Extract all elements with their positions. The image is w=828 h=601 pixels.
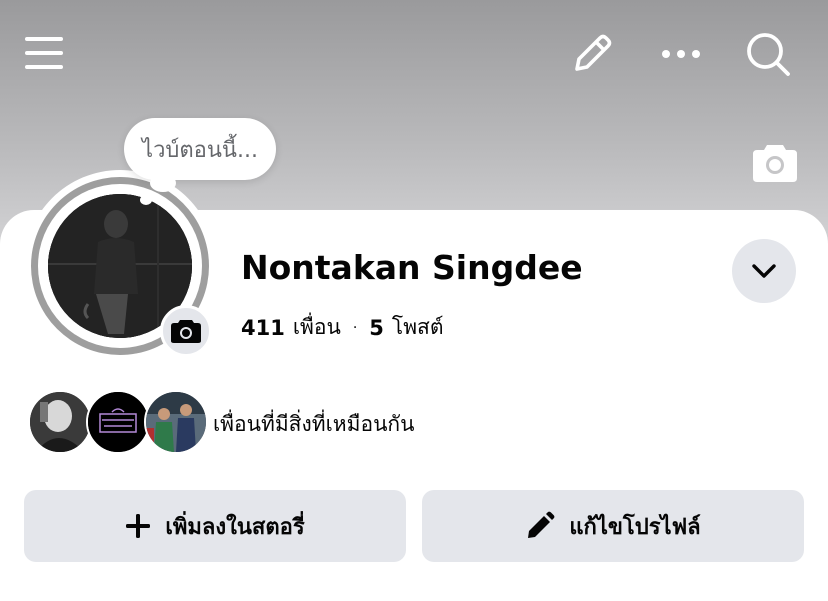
mutual-avatar [144, 390, 208, 454]
profile-stats: 411 เพื่อน · 5 โพสต์ [241, 311, 444, 344]
pencil-icon [528, 511, 555, 538]
posts-label[interactable]: โพสต์ [392, 311, 444, 344]
edit-button[interactable] [566, 30, 618, 78]
mutual-friends-text[interactable]: เพื่อนที่มีสิ่งที่เหมือนกัน [213, 408, 415, 441]
mutual-avatars[interactable] [28, 390, 208, 454]
stats-separator: · [352, 319, 358, 336]
more-options-button[interactable] [656, 30, 706, 78]
avatar-camera-button[interactable] [160, 305, 212, 357]
friends-count[interactable]: 411 [241, 316, 285, 340]
note-bubble-text: ไวบ์ตอนนี้... [142, 137, 258, 163]
add-to-story-button[interactable]: เพิ่มลงในสตอรี่ [24, 490, 406, 562]
search-icon [747, 33, 790, 76]
edit-profile-label: แก้ไขโปรไฟล์ [569, 514, 701, 540]
cover-camera-button[interactable] [750, 140, 800, 184]
posts-count[interactable]: 5 [369, 316, 384, 340]
note-bubble-tail-small [140, 195, 152, 205]
search-button[interactable] [742, 28, 794, 80]
more-dots-icon [662, 50, 700, 58]
plus-icon [126, 514, 151, 538]
mutual-avatar [86, 390, 150, 454]
hamburger-menu-icon [25, 37, 63, 69]
add-to-story-label: เพิ่มลงในสตอรี่ [165, 514, 305, 540]
profile-expand-button[interactable] [732, 239, 796, 303]
pencil-icon [575, 34, 612, 71]
profile-name: Nontakan Singdee [241, 248, 583, 287]
edit-profile-button[interactable]: แก้ไขโปรไฟล์ [422, 490, 804, 562]
note-bubble-tail [150, 174, 176, 192]
menu-button[interactable] [20, 30, 68, 76]
mutual-avatar [28, 390, 92, 454]
chevron-down-icon [752, 264, 776, 278]
note-bubble[interactable]: ไวบ์ตอนนี้... [124, 118, 276, 180]
camera-icon [753, 145, 797, 182]
camera-icon [171, 320, 201, 343]
friends-label[interactable]: เพื่อน [293, 311, 341, 344]
